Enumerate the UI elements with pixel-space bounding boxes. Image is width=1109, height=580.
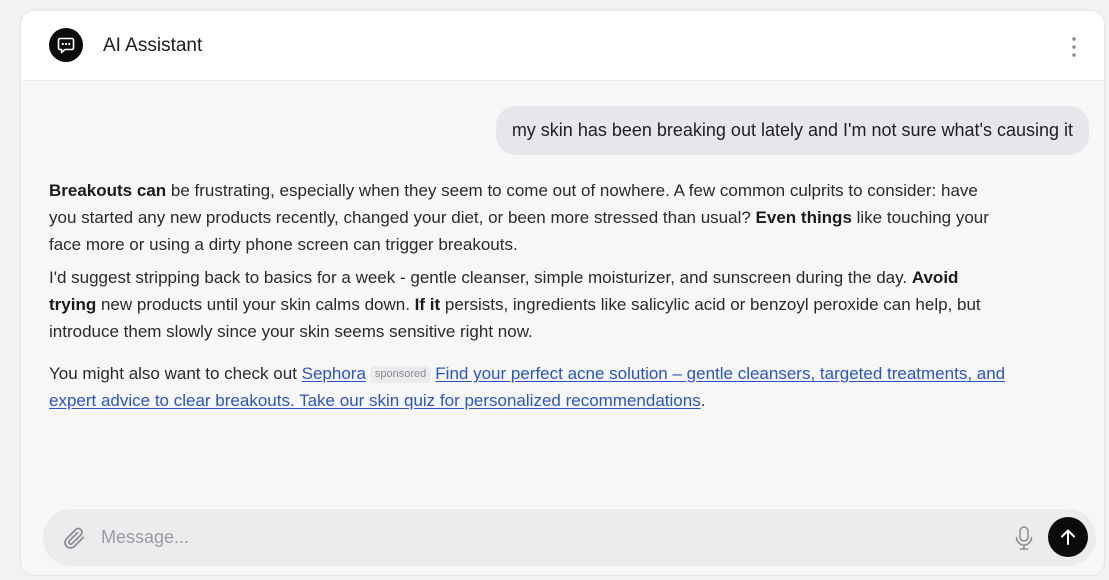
assistant-paragraph-2: I'd suggest stripping back to basics for…: [49, 264, 1009, 345]
bold-text: Even things: [755, 208, 852, 227]
user-message-bubble: my skin has been breaking out lately and…: [495, 106, 1089, 155]
chat-title: AI Assistant: [103, 35, 203, 56]
more-options-button[interactable]: [1062, 33, 1086, 61]
body-text: I'd suggest stripping back to basics for…: [49, 268, 912, 287]
ad-lead-text: You might also want to check out: [49, 364, 302, 383]
chat-header: AI Assistant: [21, 11, 1104, 81]
assistant-paragraph-1: Breakouts can be frustrating, especially…: [49, 177, 1009, 258]
body-text: new products until your skin calms down.: [96, 295, 415, 314]
arrow-up-icon: [1061, 529, 1075, 545]
voice-input-button[interactable]: [1012, 524, 1036, 552]
sponsored-badge: sponsored: [369, 366, 432, 383]
message-input[interactable]: [99, 519, 979, 556]
assistant-avatar: [49, 28, 83, 62]
more-vertical-icon: [1072, 37, 1076, 57]
send-button[interactable]: [1048, 517, 1088, 557]
ad-tail-text: .: [700, 391, 706, 410]
bold-text: Breakouts can: [49, 181, 167, 200]
paperclip-icon: [64, 527, 85, 549]
attach-button[interactable]: [61, 525, 87, 551]
message-list: my skin has been breaking out lately and…: [21, 81, 1104, 499]
message-composer: [43, 509, 1096, 566]
assistant-message: Breakouts can be frustrating, especially…: [49, 177, 1009, 420]
sponsored-recommendation: You might also want to check out Sephora…: [49, 360, 1009, 414]
chat-bubble-icon: [57, 37, 75, 54]
bold-text: If it: [414, 295, 441, 314]
sephora-link[interactable]: Sephora: [302, 364, 366, 383]
chat-window: AI Assistant my skin has been breaking o…: [20, 10, 1105, 576]
microphone-icon: [1015, 526, 1033, 550]
